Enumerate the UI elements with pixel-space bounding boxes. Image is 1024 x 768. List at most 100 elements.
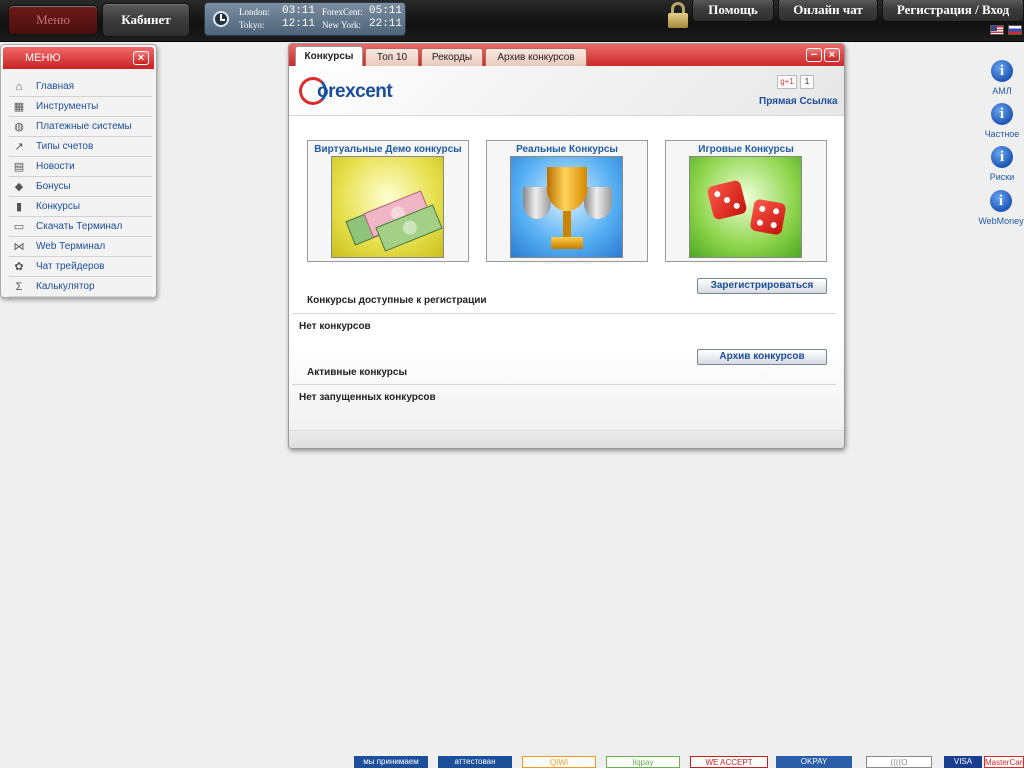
- top-bar: Меню Кабинет London: 03:11 ForexCent: 05…: [0, 0, 1024, 42]
- money-image-icon: [331, 156, 444, 258]
- payment-badge-attested[interactable]: аттестован: [438, 756, 512, 768]
- menu-item-home[interactable]: ⌂ Главная: [9, 77, 152, 97]
- card-title: Реальные Конкурсы: [516, 144, 618, 155]
- menu-item-payment-systems[interactable]: ◍ Платежные системы: [9, 117, 152, 137]
- tab-top10[interactable]: Топ 10: [365, 48, 419, 66]
- bar-chart-icon: ▮: [15, 201, 23, 213]
- menu-item-label: Новости: [36, 161, 75, 172]
- menu-item-download-terminal[interactable]: ▭ Скачать Терминал: [9, 217, 152, 237]
- menu-item-news[interactable]: ▤ Новости: [9, 157, 152, 177]
- menu-item-label: Бонусы: [36, 181, 71, 192]
- payment-badge-we-accept[interactable]: WE ACCEPT: [690, 756, 768, 768]
- direct-link[interactable]: Прямая Ссылка: [759, 96, 838, 107]
- payment-badge-visa[interactable]: VISA: [944, 756, 982, 768]
- online-chat-button[interactable]: Онлайн чат: [778, 0, 878, 22]
- card-real-contests[interactable]: Реальные Конкурсы: [486, 140, 648, 262]
- tab-contests[interactable]: Конкурсы: [295, 46, 363, 66]
- menu-item-label: Чат трейдеров: [36, 261, 105, 272]
- info-link-private[interactable]: i Частное: [977, 103, 1024, 139]
- window-content: Виртуальные Демо конкурсы Реальные Конку…: [289, 117, 844, 448]
- info-icon: i: [991, 60, 1013, 82]
- menu-button[interactable]: Меню: [8, 5, 98, 35]
- menu-item-label: Web Терминал: [36, 241, 106, 252]
- clock-icon: [213, 11, 229, 27]
- payment-badge-liqpay[interactable]: liqpay: [606, 756, 680, 768]
- divider: [292, 313, 836, 314]
- menu-list: ⌂ Главная ▦ Инструменты ◍ Платежные системы…: [9, 77, 152, 297]
- menu-item-label: Скачать Терминал: [36, 221, 123, 232]
- card-demo-contests[interactable]: Виртуальные Демо конкурсы: [307, 140, 469, 262]
- info-label: Частное: [984, 129, 1020, 139]
- news-icon: ▤: [13, 161, 25, 173]
- window-minimize-button[interactable]: −: [806, 48, 822, 62]
- forexcent-logo: orexcent: [299, 75, 409, 109]
- cabinet-button[interactable]: Кабинет: [102, 3, 190, 37]
- menu-item-label: Типы счетов: [36, 141, 94, 152]
- info-icon: i: [991, 103, 1013, 125]
- logo-text: orexcent: [317, 81, 393, 102]
- menu-item-web-terminal[interactable]: ⋈ Web Терминал: [9, 237, 152, 257]
- available-contests-title: Конкурсы доступные к регистрации: [307, 295, 487, 306]
- menu-close-button[interactable]: ×: [133, 51, 149, 65]
- home-icon: ⌂: [15, 81, 23, 93]
- menu-panel-title: МЕНЮ: [25, 52, 61, 64]
- menu-item-contests[interactable]: ▮ Конкурсы: [9, 197, 152, 217]
- payment-badge-qiwi[interactable]: QIWI: [522, 756, 596, 768]
- lock-icon[interactable]: [668, 2, 688, 28]
- contest-archive-button[interactable]: Архив конкурсов: [697, 349, 827, 365]
- payment-icon: ◍: [14, 121, 24, 133]
- menu-item-label: Калькулятор: [36, 281, 95, 292]
- menu-item-traders-chat[interactable]: ✿ Чат трейдеров: [9, 257, 152, 277]
- register-contest-button[interactable]: Зарегистрироваться: [697, 278, 827, 294]
- active-contests-title: Активные конкурсы: [307, 367, 408, 378]
- ru-flag-icon[interactable]: [1008, 25, 1022, 35]
- window-tab-bar: Конкурсы Топ 10 Рекорды Архив конкурсов …: [289, 44, 844, 66]
- info-label: АМЛ: [992, 86, 1012, 96]
- clock-time-newyork: 22:11: [369, 18, 403, 30]
- no-running-contests-message: Нет запущенных конкурсов: [299, 392, 436, 403]
- instruments-icon: ▦: [13, 101, 25, 113]
- card-title: Виртуальные Демо конкурсы: [314, 144, 462, 155]
- dice-image-icon: [689, 156, 802, 258]
- payment-badge-accept[interactable]: мы принимаем: [354, 756, 428, 768]
- payment-badge-mastercard[interactable]: MasterCard: [984, 756, 1024, 768]
- tab-records[interactable]: Рекорды: [421, 48, 483, 66]
- menu-item-label: Инструменты: [36, 101, 99, 112]
- menu-item-account-types[interactable]: ↗ Типы счетов: [9, 137, 152, 157]
- menu-item-calculator[interactable]: Σ Калькулятор: [9, 277, 152, 297]
- menu-item-bonuses[interactable]: ◆ Бонусы: [9, 177, 152, 197]
- card-title: Игровые Конкурсы: [698, 144, 794, 155]
- bonus-icon: ◆: [14, 181, 24, 193]
- sigma-icon: Σ: [15, 281, 23, 293]
- menu-panel-header: МЕНЮ ×: [3, 47, 154, 69]
- clock-time-tokyo: 12:11: [282, 18, 316, 30]
- menu-item-instruments[interactable]: ▦ Инструменты: [9, 97, 152, 117]
- clock-time-london: 03:11: [282, 5, 316, 17]
- chat-icon: ✿: [14, 261, 24, 273]
- register-login-button[interactable]: Регистрация / Вход: [882, 0, 1024, 22]
- clock-city-london: London:: [239, 7, 270, 17]
- divider: [292, 384, 836, 385]
- info-label: Риски: [989, 172, 1015, 182]
- info-link-aml[interactable]: i АМЛ: [977, 60, 1024, 96]
- window-header: orexcent g+1 1 Прямая Ссылка: [289, 66, 844, 116]
- no-contests-message: Нет конкурсов: [299, 321, 371, 332]
- us-flag-icon[interactable]: [990, 25, 1004, 35]
- help-button[interactable]: Помощь: [692, 0, 774, 22]
- payment-badge-paypass[interactable]: ((((O: [866, 756, 932, 768]
- menu-item-label: Платежные системы: [36, 121, 132, 132]
- info-link-webmoney[interactable]: i WebMoney: [976, 190, 1024, 226]
- window-close-button[interactable]: ×: [824, 48, 840, 62]
- menu-item-label: Главная: [36, 81, 75, 92]
- tab-contest-archive[interactable]: Архив конкурсов: [485, 48, 587, 66]
- info-icon: i: [990, 190, 1012, 212]
- info-label: WebMoney: [978, 216, 1024, 226]
- card-game-contests[interactable]: Игровые Конкурсы: [665, 140, 827, 262]
- window-footer: [289, 430, 844, 448]
- google-plus-button[interactable]: g+1: [777, 75, 797, 89]
- info-icon: i: [991, 146, 1013, 168]
- google-plus-count: 1: [800, 75, 814, 89]
- menu-item-label: Конкурсы: [36, 201, 81, 212]
- payment-badge-okpay[interactable]: OKPAY: [776, 756, 852, 768]
- info-link-risks[interactable]: i Риски: [977, 146, 1024, 182]
